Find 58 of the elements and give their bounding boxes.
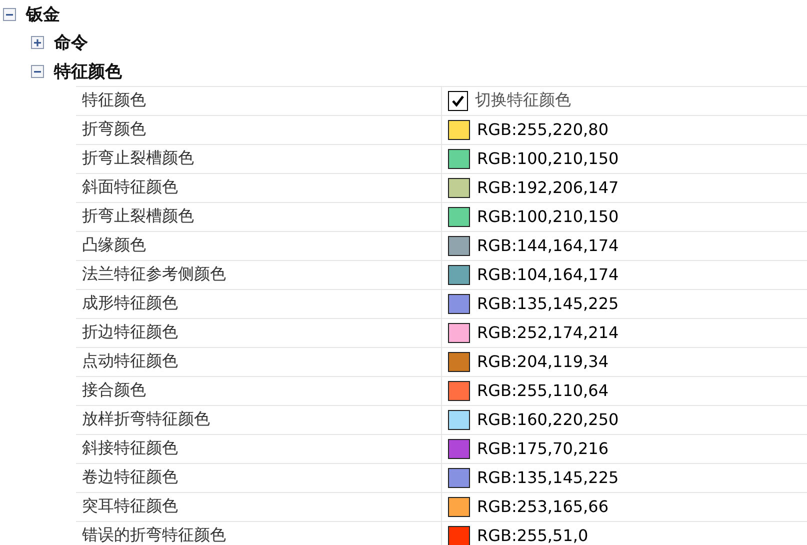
plus-icon: [31, 36, 44, 50]
minus-icon: [31, 64, 44, 78]
color-swatch[interactable]: [448, 148, 470, 168]
property-name: 接合颜色: [76, 376, 442, 404]
property-name: 卷边特征颜色: [76, 464, 442, 492]
color-swatch[interactable]: [448, 468, 470, 488]
property-name: 法兰特征参考侧颜色: [76, 260, 442, 288]
color-value: RGB:253,165,66: [477, 497, 608, 516]
color-value: RGB:255,51,0: [477, 526, 588, 545]
color-swatch[interactable]: [448, 236, 470, 256]
color-value: RGB:100,210,150: [477, 207, 619, 226]
color-value: RGB:160,220,250: [477, 410, 619, 429]
property-name: 折弯止裂槽颜色: [76, 144, 442, 172]
property-name: 斜面特征颜色: [76, 174, 442, 202]
color-value: RGB:104,164,174: [477, 265, 619, 284]
tree-node-label[interactable]: 特征颜色: [54, 60, 122, 83]
property-name: 成形特征颜色: [76, 290, 442, 318]
collapse-toggle[interactable]: [3, 8, 16, 21]
color-swatch[interactable]: [448, 380, 470, 400]
color-swatch[interactable]: [448, 496, 470, 516]
color-value: RGB:252,174,214: [477, 323, 619, 342]
color-value: RGB:135,145,225: [477, 294, 619, 313]
color-value: RGB:255,110,64: [477, 381, 608, 400]
color-swatch[interactable]: [448, 526, 470, 545]
property-name: 错误的折弯特征颜色: [76, 522, 442, 545]
property-name: 突耳特征颜色: [76, 492, 442, 520]
property-name: 折弯止裂槽颜色: [76, 202, 442, 230]
expand-toggle[interactable]: [31, 36, 44, 50]
color-swatch[interactable]: [448, 206, 470, 226]
property-name: 放样折弯特征颜色: [76, 406, 442, 434]
color-value: RGB:144,164,174: [477, 236, 619, 255]
color-value: RGB:135,145,225: [477, 468, 619, 487]
property-name: 点动特征颜色: [76, 348, 442, 376]
color-swatch[interactable]: [448, 410, 470, 430]
property-name: 折边特征颜色: [76, 318, 442, 346]
color-swatch[interactable]: [448, 322, 470, 342]
collapse-toggle[interactable]: [31, 64, 44, 78]
color-value: RGB:175,70,216: [477, 439, 608, 458]
property-name: 特征颜色: [76, 86, 442, 114]
tree-node-label[interactable]: 钣金: [26, 2, 60, 26]
color-value: RGB:255,220,80: [477, 120, 608, 139]
checkbox[interactable]: [448, 90, 468, 110]
property-name: 凸缘颜色: [76, 232, 442, 260]
color-swatch[interactable]: [448, 438, 470, 458]
color-swatch[interactable]: [448, 120, 470, 140]
color-value: RGB:204,119,34: [477, 352, 608, 371]
tree-node-label[interactable]: 命令: [54, 31, 88, 54]
color-value: RGB:100,210,150: [477, 149, 619, 168]
color-value: RGB:192,206,147: [477, 178, 619, 197]
property-name: 斜接特征颜色: [76, 434, 442, 462]
checkmark-icon: [451, 94, 465, 108]
minus-icon: [3, 8, 16, 21]
color-swatch[interactable]: [448, 264, 470, 284]
checkbox-label: 切换特征颜色: [475, 90, 571, 111]
property-name: 折弯颜色: [76, 116, 442, 144]
color-swatch[interactable]: [448, 352, 470, 372]
color-swatch[interactable]: [448, 294, 470, 314]
color-swatch[interactable]: [448, 178, 470, 198]
